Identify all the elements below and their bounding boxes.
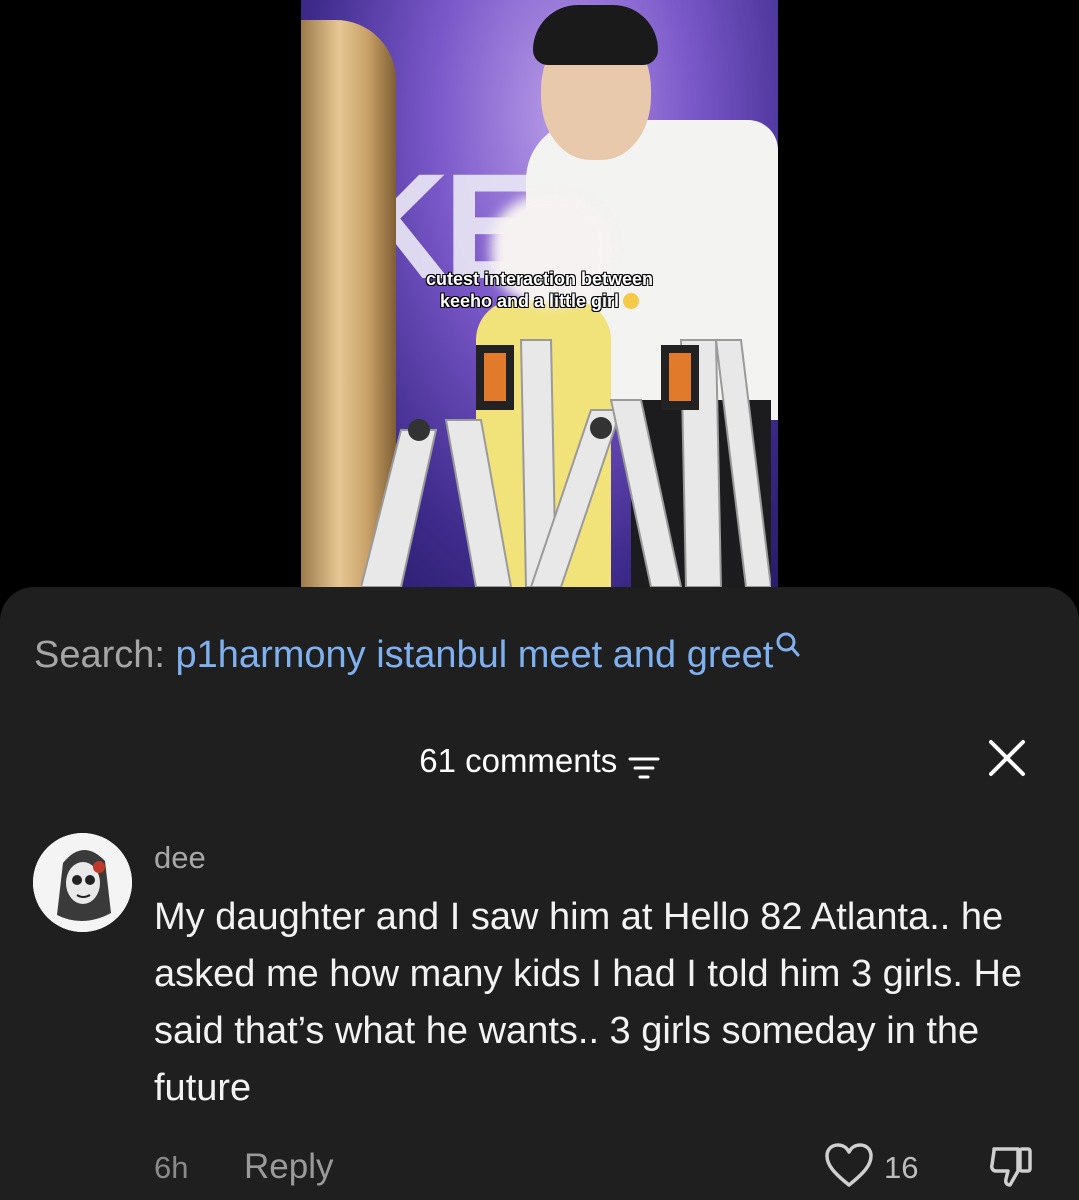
close-icon[interactable] <box>987 738 1027 778</box>
search-icon <box>776 632 800 657</box>
avatar[interactable] <box>33 833 132 932</box>
search-suggestion[interactable]: Search: p1harmony istanbul meet and gree… <box>34 630 801 680</box>
search-query-link[interactable]: p1harmony istanbul meet and greet <box>176 634 774 676</box>
caption-line-1: cutest interaction between <box>425 269 654 289</box>
sugar-skull-avatar-icon <box>33 833 132 932</box>
heart-icon[interactable] <box>824 1143 874 1189</box>
comments-count: 61 comments <box>419 742 618 779</box>
comment-timestamp: 6h <box>154 1150 189 1185</box>
thumbs-down-icon[interactable] <box>988 1143 1036 1191</box>
comment-text: My daughter and I saw him at Hello 82 At… <box>154 896 1023 1109</box>
man-hair <box>533 5 658 65</box>
caption-line-2: keeho and a little girl <box>439 291 620 311</box>
pleading-face-emoji-icon <box>623 293 640 309</box>
reply-button[interactable]: Reply <box>244 1145 333 1189</box>
video-caption: cutest interaction between keeho and a l… <box>301 268 778 312</box>
search-label: Search: <box>34 634 165 676</box>
filter-icon[interactable] <box>628 755 660 781</box>
video-frame[interactable]: KE cutest interaction between keeho and … <box>301 0 778 587</box>
comments-header: 61 comments <box>0 736 1079 786</box>
comment-username[interactable]: dee <box>154 838 206 878</box>
like-count: 16 <box>884 1150 919 1185</box>
metal-barrier <box>361 339 771 587</box>
